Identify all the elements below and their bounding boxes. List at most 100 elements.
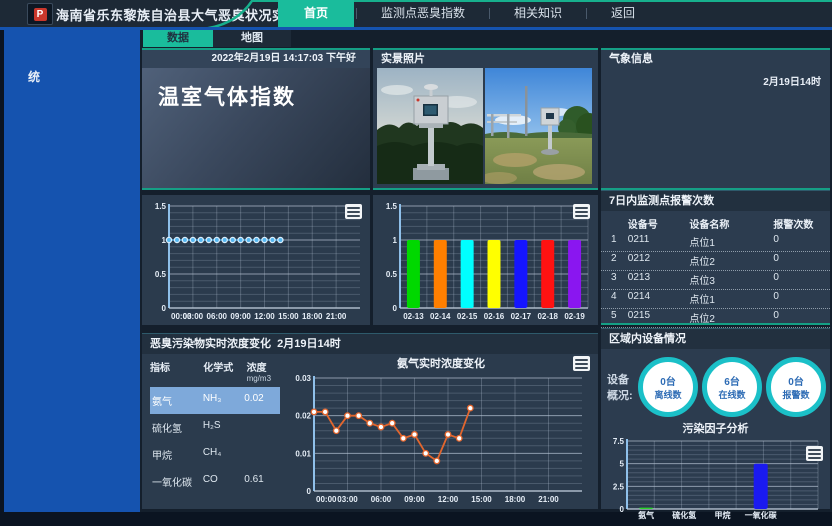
svg-text:18:00: 18:00 <box>302 312 323 321</box>
nav-item-3[interactable]: 相关知识 <box>492 0 584 27</box>
dashboard: 数据地图 2022年2月19日 14:17:03 下午好 温室气体指数 实景照片 <box>140 30 832 512</box>
alarm-cell: 0 <box>773 253 820 268</box>
nav-item-1[interactable]: 首页 <box>278 0 354 27</box>
pollutant-row[interactable]: 一氧化碳CO0.61 <box>150 468 280 495</box>
svg-text:氨气: 氨气 <box>638 510 654 520</box>
pollutant-cell: 硫化氢 <box>152 420 203 435</box>
greenhouse-panel-body: 温室气体指数 <box>142 68 370 188</box>
chart-menu-icon[interactable] <box>573 204 590 219</box>
pollutant-row[interactable]: 甲烷CH₄ <box>150 441 280 468</box>
daily-odor-index-panel: 00.511.502-1302-1402-1502-1602-1702-1802… <box>373 195 598 325</box>
svg-text:02-16: 02-16 <box>484 312 505 321</box>
svg-text:0: 0 <box>307 487 312 496</box>
svg-text:0: 0 <box>620 505 625 514</box>
table-row[interactable]: 20212点位20 <box>601 252 830 271</box>
pollutant-title-text: 恶臭污染物实时浓度变化 <box>150 338 271 350</box>
svg-text:03:00: 03:00 <box>337 495 358 504</box>
nh3-realtime-chart: 00.010.020.0300:0003:0006:0009:0012:0015… <box>286 373 592 505</box>
tab-1[interactable]: 数据 <box>143 30 213 47</box>
pollutant-table-rows: 氨气NH₃0.02硫化氢H₂S甲烷CH₄一氧化碳CO0.61 <box>150 387 284 495</box>
greenhouse-panel-title: 温室气体指数 <box>142 68 370 111</box>
pollutant-cell: CH₄ <box>203 447 244 462</box>
svg-text:02-17: 02-17 <box>511 312 532 321</box>
svg-text:5: 5 <box>620 460 625 469</box>
pollutant-cell: CO <box>203 474 244 489</box>
table-row[interactable]: 40214点位10 <box>601 290 830 309</box>
site-photo-field[interactable] <box>485 68 592 184</box>
alarm-panel-title: 7日内监测点报警次数 <box>601 190 830 211</box>
chart-menu-icon[interactable] <box>345 204 362 219</box>
svg-text:一氧化碳: 一氧化碳 <box>745 510 778 520</box>
svg-text:02-14: 02-14 <box>430 312 451 321</box>
alarm-cell: 0 <box>773 291 820 306</box>
pollutant-unit: mg/m3 <box>247 374 284 383</box>
alarm-cell: 点位2 <box>689 310 773 325</box>
chart-menu-icon[interactable] <box>573 356 590 371</box>
nh3-chart-title: 氨气实时浓度变化 <box>284 356 598 373</box>
datetime-strip: 2022年2月19日 14:17:03 下午好 <box>142 50 370 68</box>
left-blue-background: 统 <box>0 30 140 512</box>
alarm-cell: 点位3 <box>689 272 773 287</box>
nav-item-4[interactable]: 返回 <box>589 0 657 27</box>
svg-text:1.5: 1.5 <box>386 202 398 211</box>
svg-text:1: 1 <box>393 236 398 245</box>
svg-text:0: 0 <box>393 304 398 313</box>
svg-text:00:00: 00:00 <box>316 495 337 504</box>
table-row[interactable]: 10211点位10 <box>601 233 830 252</box>
table-row[interactable]: 30213点位30 <box>601 271 830 290</box>
svg-text:15:00: 15:00 <box>278 312 299 321</box>
alarm-col-3: 报警次数 <box>773 216 820 231</box>
svg-text:21:00: 21:00 <box>538 495 559 504</box>
svg-text:15:00: 15:00 <box>471 495 492 504</box>
alarm-cell: 0213 <box>628 272 690 287</box>
alarm-col-1: 设备号 <box>628 216 690 231</box>
devices-panel: 区域内设备情况 设备概况: 0台离线数6台在线数0台报警数 污染因子分析 02.… <box>601 328 830 509</box>
pollutant-panel: 恶臭污染物实时浓度变化 2月19日14时 指标化学式浓度mg/m3 氨气NH₃0… <box>142 333 598 509</box>
svg-text:02-18: 02-18 <box>537 312 558 321</box>
alarm-table-header: 设备号设备名称报警次数 <box>601 211 830 233</box>
pollutant-row[interactable]: 氨气NH₃0.02 <box>150 387 280 414</box>
pollutant-cell <box>244 447 280 462</box>
pollutant-cell: H₂S <box>203 420 244 435</box>
photos-strip <box>373 68 598 184</box>
alarm-cell: 0212 <box>628 253 690 268</box>
alarm-cell: 3 <box>611 272 628 287</box>
device-stat-circles: 0台离线数6台在线数0台报警数 <box>636 357 828 417</box>
svg-text:甲烷: 甲烷 <box>715 510 731 520</box>
pollution-factor-chart: 02.557.5氨气硫化氢甲烷一氧化碳 <box>605 437 826 521</box>
pollutant-row[interactable]: 硫化氢H₂S <box>150 414 280 441</box>
alarm-col-index <box>611 216 628 231</box>
svg-text:0.01: 0.01 <box>295 449 311 458</box>
svg-text:0.5: 0.5 <box>386 270 398 279</box>
pollutant-cell: NH₃ <box>203 393 244 408</box>
pollutant-col-2: 化学式 <box>203 359 246 383</box>
pollutant-panel-title: 恶臭污染物实时浓度变化 2月19日14时 <box>142 333 598 354</box>
svg-text:06:00: 06:00 <box>371 495 392 504</box>
site-photo-dusk[interactable] <box>377 68 483 184</box>
chart-menu-icon[interactable] <box>806 446 823 461</box>
pollutant-col-1: 指标 <box>150 359 203 383</box>
nav-blue-underline <box>0 27 832 30</box>
device-stats: 设备概况: 0台离线数6台在线数0台报警数 <box>601 349 830 421</box>
stat-count: 0台 <box>788 373 804 388</box>
devices-panel-title: 区域内设备情况 <box>601 328 830 349</box>
nh3-chart-section: 氨气实时浓度变化 00.010.020.0300:0003:0006:0009:… <box>284 354 598 505</box>
weather-time: 2月19日14时 <box>763 73 821 88</box>
pollutant-cell: 0.02 <box>244 393 280 408</box>
device-stat-circle-1: 0台离线数 <box>638 357 698 417</box>
logo-icon: P <box>34 8 47 21</box>
pollutant-cell: 氨气 <box>152 393 203 408</box>
pollution-factor-title: 污染因子分析 <box>601 421 830 437</box>
alarm-col-2: 设备名称 <box>689 216 773 231</box>
nav-item-2[interactable]: 监测点恶臭指数 <box>359 0 487 27</box>
tab-2[interactable]: 地图 <box>213 30 291 47</box>
alarm-cell: 0211 <box>628 234 690 249</box>
svg-text:06:00: 06:00 <box>207 312 228 321</box>
svg-text:硫化氢: 硫化氢 <box>672 510 696 520</box>
alarm-cell: 0 <box>773 234 820 249</box>
table-row[interactable]: 50215点位20 <box>601 309 830 328</box>
svg-text:2.5: 2.5 <box>613 482 625 491</box>
pollutant-table: 指标化学式浓度mg/m3 氨气NH₃0.02硫化氢H₂S甲烷CH₄一氧化碳CO0… <box>142 354 284 505</box>
stat-label: 报警数 <box>782 388 809 401</box>
teal-swoosh-decoration <box>198 0 268 27</box>
